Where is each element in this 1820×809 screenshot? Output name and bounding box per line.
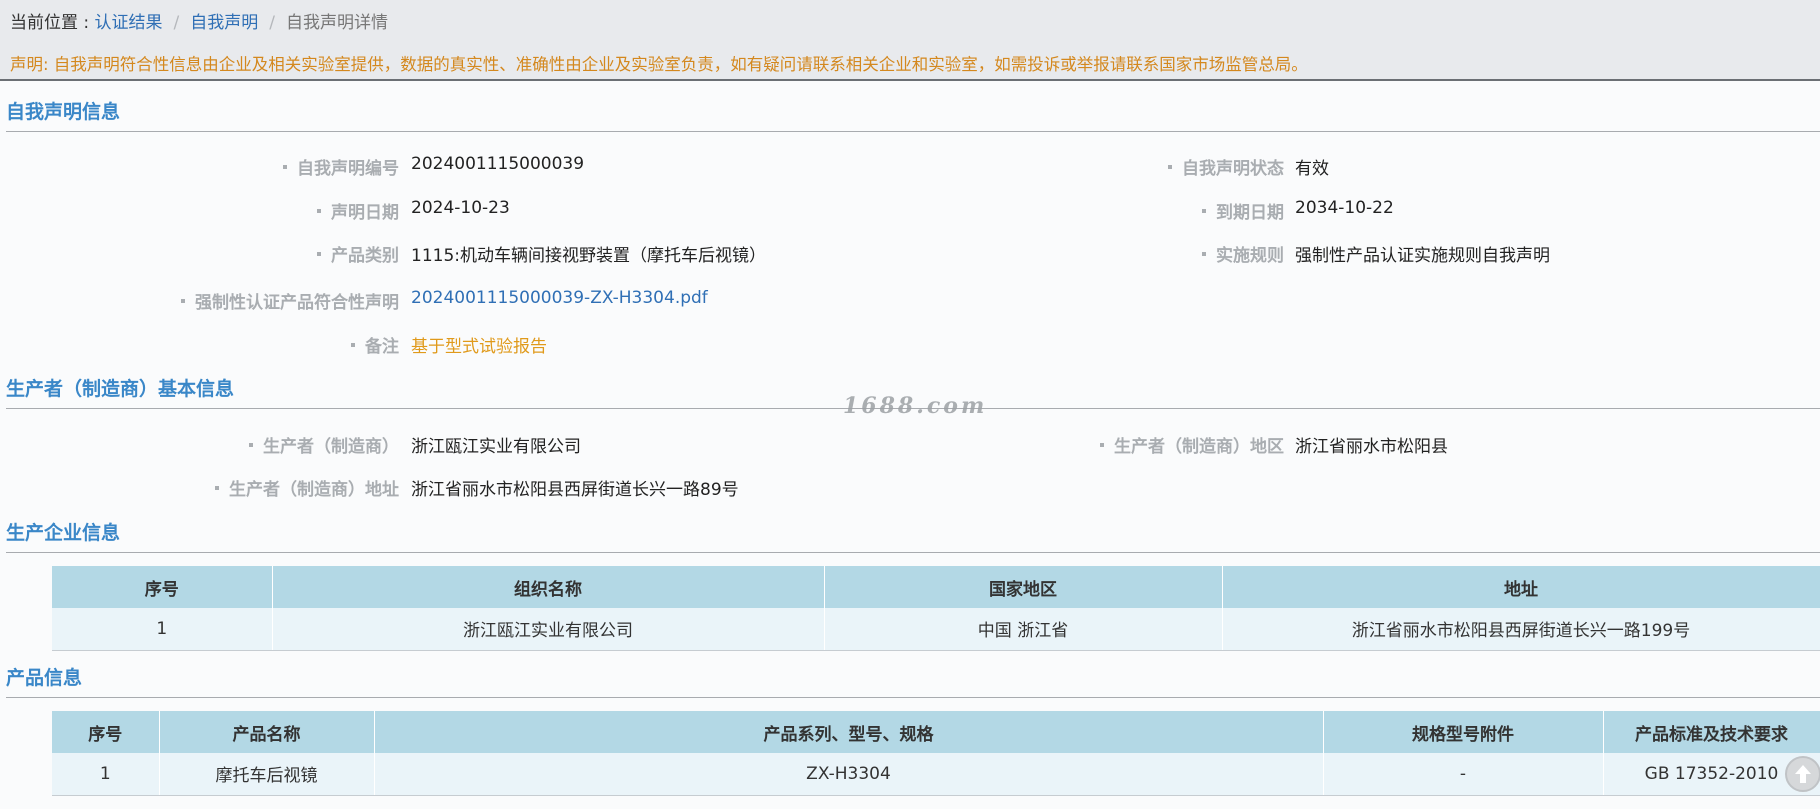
- disclaimer-notice: 声明: 自我声明符合性信息由企业及相关实验室提供，数据的真实性、准确性由企业及实…: [10, 55, 1308, 74]
- declaration-status-value: 有效: [1295, 159, 1329, 179]
- bullet-icon: [283, 165, 287, 169]
- declaration-status-label: 自我声明状态: [1168, 154, 1284, 179]
- section-divider: [6, 552, 1820, 553]
- product-category-label: 产品类别: [317, 241, 399, 266]
- bullet-icon: [1202, 209, 1206, 213]
- column-header: 序号: [52, 711, 160, 753]
- watermark: 1688.com: [843, 393, 988, 419]
- expiry-date-label: 到期日期: [1202, 198, 1284, 223]
- bullet-icon: [1168, 165, 1172, 169]
- manufacturer-table: 序号 组织名称 国家地区 地址 1 浙江瓯江实业有限公司 中国 浙江省 浙江省丽…: [52, 566, 1820, 651]
- product-table: 序号 产品名称 产品系列、型号、规格 规格型号附件 产品标准及技术要求 1 摩托…: [52, 711, 1820, 796]
- table-cell: -: [1323, 753, 1604, 796]
- section-divider: [6, 697, 1820, 698]
- bullet-icon: [1100, 443, 1104, 447]
- column-header: 规格型号附件: [1323, 711, 1604, 753]
- table-row: 1 摩托车后视镜 ZX-H3304 - GB 17352-2010: [52, 753, 1820, 796]
- bullet-icon: [351, 343, 355, 347]
- producer-address-label: 生产者（制造商）地址: [215, 475, 399, 500]
- breadcrumb-link-declaration[interactable]: 自我声明: [190, 13, 258, 33]
- bullet-icon: [317, 252, 321, 256]
- bullet-icon: [317, 209, 321, 213]
- column-header: 产品标准及技术要求: [1603, 711, 1820, 753]
- column-header: 产品名称: [159, 711, 375, 753]
- expiry-date-value: 2034-10-22: [1295, 198, 1394, 218]
- section-title-product: 产品信息: [6, 667, 83, 689]
- breadcrumb-prefix: 当前位置 :: [10, 13, 95, 33]
- table-cell: 1: [52, 608, 273, 651]
- table-cell: 摩托车后视镜: [159, 753, 375, 796]
- table-cell: ZX-H3304: [374, 753, 1324, 796]
- column-header: 产品系列、型号、规格: [374, 711, 1324, 753]
- table-cell: 浙江瓯江实业有限公司: [272, 608, 825, 651]
- declaration-number-value: 2024001115000039: [411, 154, 585, 174]
- bullet-icon: [215, 486, 219, 490]
- table-cell: 1: [52, 753, 160, 796]
- declaration-date-label: 声明日期: [317, 198, 399, 223]
- table-row: 1 浙江瓯江实业有限公司 中国 浙江省 浙江省丽水市松阳县西屏街道长兴一路199…: [52, 608, 1820, 651]
- arrow-up-glyph: [1795, 765, 1811, 783]
- implementation-rule-value: 强制性产品认证实施规则自我声明: [1295, 246, 1550, 266]
- breadcrumb: 当前位置 : 认证结果 / 自我声明 / 自我声明详情: [10, 8, 388, 33]
- declaration-date-value: 2024-10-23: [411, 198, 510, 218]
- producer-name-label: 生产者（制造商）: [249, 432, 399, 457]
- producer-region-value: 浙江省丽水市松阳县: [1295, 437, 1448, 457]
- breadcrumb-link-results[interactable]: 认证结果: [95, 13, 163, 33]
- remark-value: 基于型式试验报告: [411, 337, 547, 357]
- table-header-row: 序号 组织名称 国家地区 地址: [52, 566, 1820, 608]
- bullet-icon: [1202, 252, 1206, 256]
- remark-label: 备注: [351, 332, 399, 357]
- bullet-icon: [249, 443, 253, 447]
- producer-name-value: 浙江瓯江实业有限公司: [411, 437, 581, 457]
- column-header: 地址: [1222, 566, 1820, 608]
- table-header-row: 序号 产品名称 产品系列、型号、规格 规格型号附件 产品标准及技术要求: [52, 711, 1820, 753]
- column-header: 序号: [52, 566, 273, 608]
- section-title-producer: 生产者（制造商）基本信息: [6, 378, 235, 400]
- top-bar: 当前位置 : 认证结果 / 自我声明 / 自我声明详情 声明: 自我声明符合性信息由企业…: [0, 0, 1820, 81]
- table-cell: 中国 浙江省: [824, 608, 1223, 651]
- table-cell: 浙江省丽水市松阳县西屏街道长兴一路199号: [1222, 608, 1820, 651]
- column-header: 国家地区: [824, 566, 1223, 608]
- breadcrumb-separator: /: [269, 13, 276, 33]
- conformity-declaration-label: 强制性认证产品符合性声明: [181, 288, 399, 313]
- producer-region-label: 生产者（制造商）地区: [1100, 432, 1284, 457]
- section-divider: [6, 131, 1820, 132]
- section-title-declaration: 自我声明信息: [6, 101, 121, 123]
- breadcrumb-separator: /: [173, 13, 180, 33]
- implementation-rule-label: 实施规则: [1202, 241, 1284, 266]
- declaration-number-label: 自我声明编号: [283, 154, 399, 179]
- column-header: 组织名称: [272, 566, 825, 608]
- section-title-manufacturer: 生产企业信息: [6, 522, 121, 544]
- conformity-pdf-link[interactable]: 2024001115000039-ZX-H3304.pdf: [411, 288, 708, 308]
- bullet-icon: [181, 299, 185, 303]
- arrow-up-circle-icon[interactable]: [1785, 756, 1820, 792]
- producer-address-value: 浙江省丽水市松阳县西屏街道长兴一路89号: [411, 480, 739, 500]
- product-category-value: 1115:机动车辆间接视野装置（摩托车后视镜）: [411, 246, 766, 266]
- breadcrumb-current: 自我声明详情: [286, 13, 389, 33]
